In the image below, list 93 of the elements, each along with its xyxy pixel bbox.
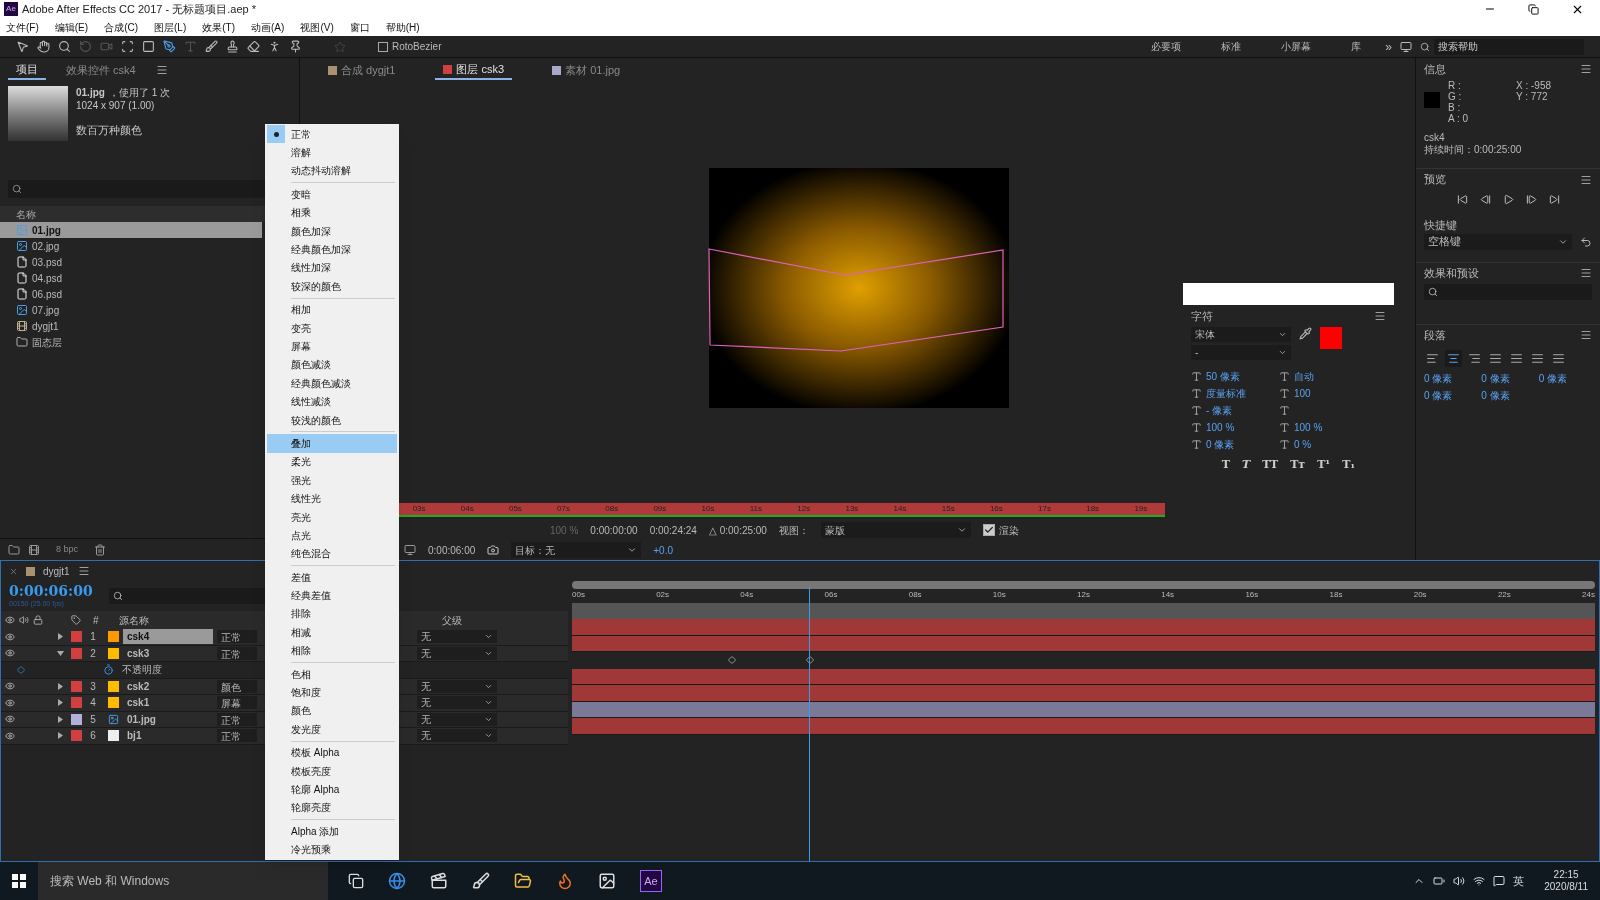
- layer-number: 2: [89, 646, 97, 661]
- ruler-label: 15s: [941, 503, 955, 515]
- layer-name: csk1: [126, 696, 151, 711]
- layer-name: csk4: [123, 629, 213, 645]
- layer-number: 5: [89, 712, 97, 727]
- ruler-label: 04s: [460, 503, 474, 515]
- column-header: #: [93, 613, 99, 628]
- leading-value: 自动: [1294, 370, 1314, 384]
- ruler-label: 22s: [1497, 589, 1511, 601]
- ruler-label: 16s: [989, 503, 1003, 515]
- timecode-text: 0:00:06:00: [428, 543, 476, 558]
- channel-value: R :: [1448, 80, 1462, 91]
- ruler-label: 00s: [572, 589, 585, 601]
- ruler-label: 19s: [1134, 503, 1148, 515]
- indent-value: 0 像素: [1424, 388, 1454, 403]
- ruler-label: 09s: [653, 503, 667, 515]
- layer-name: 01.jpg: [126, 712, 157, 727]
- ruler-label: 18s: [1086, 503, 1100, 515]
- panel-title: 段落: [1424, 327, 1446, 343]
- layer-number: 3: [89, 679, 97, 694]
- panel-title: 字符: [1191, 308, 1213, 324]
- panel-title: 效果和预设: [1424, 265, 1479, 281]
- ruler-label: 08s: [605, 503, 619, 515]
- y-coordinate: Y : 772: [1516, 91, 1549, 102]
- indent-value: 0 像素: [1538, 371, 1568, 386]
- ruler-label: 24s: [1582, 589, 1595, 601]
- duration-text: △ 0:00:25:00: [708, 523, 767, 538]
- ruler-label: 10s: [992, 589, 1006, 601]
- ruler-label: 05s: [508, 503, 522, 515]
- x-coordinate: X : -958: [1516, 80, 1552, 91]
- ruler-label: 13s: [845, 503, 859, 515]
- dimensions-text: 1024 x 907 (1.00): [76, 99, 156, 112]
- kerning-value: 度量标准: [1206, 387, 1246, 401]
- column-header: 父级: [441, 613, 462, 628]
- out-point-text: 0:00:24:24: [649, 523, 697, 538]
- ruler-label: 06s: [824, 589, 838, 601]
- zoom-text: 100 %: [550, 523, 579, 538]
- layer-number: 6: [89, 729, 97, 744]
- ruler-label: 18s: [1329, 589, 1343, 601]
- layer-name: csk2: [126, 679, 151, 694]
- indent-value: 0 像素: [1481, 388, 1511, 403]
- ruler-label: 14s: [1161, 589, 1175, 601]
- font-size-value: 50 像素: [1206, 370, 1240, 384]
- ruler-label: 12s: [797, 503, 811, 515]
- indent-value: 0 像素: [1424, 371, 1454, 386]
- panel-title: 预览: [1424, 172, 1446, 188]
- layer-name: csk3: [126, 646, 151, 661]
- ruler-label: 14s: [893, 503, 907, 515]
- ruler-label: 03s: [412, 503, 426, 515]
- window-title: Adobe After Effects CC 2017 - 无标题项目.aep *: [22, 1, 256, 17]
- color-depth-text: 数百万种颜色: [76, 124, 143, 137]
- layer-name: bj1: [126, 729, 143, 744]
- layer-number: 1: [89, 630, 97, 645]
- current-timecode: 0:00:06:00: [9, 582, 93, 599]
- ruler-label: 10s: [701, 503, 715, 515]
- ruler-label: 20s: [1413, 589, 1427, 601]
- column-header: 源名称: [118, 613, 149, 628]
- panel-title: 信息: [1424, 61, 1446, 77]
- usage-text: ，使用了 1 次: [108, 86, 171, 99]
- file-name: 01.jpg: [76, 86, 105, 99]
- channel-value: B :: [1448, 102, 1462, 113]
- ruler-label: 08s: [908, 589, 922, 601]
- channel-value: A : 0: [1448, 113, 1469, 124]
- view-label: 视图：: [778, 523, 809, 538]
- baseline-value: 0 像素: [1206, 438, 1235, 452]
- ruler-label: 12s: [1077, 589, 1090, 601]
- clock-time: 22:15: [1553, 869, 1579, 881]
- checkbox-label: 渲染: [998, 523, 1019, 538]
- ruler-label: 16s: [1245, 589, 1259, 601]
- vertical-scale-value: 100 %: [1206, 421, 1235, 435]
- tracking-value: 100: [1294, 387, 1311, 401]
- duration-text: 持续时间：0:00:25:00: [1424, 144, 1523, 156]
- input-method-text: 英: [1513, 873, 1525, 889]
- app-icon: Ae: [4, 2, 18, 16]
- column-header: 名称: [16, 207, 36, 222]
- in-point-text: 0:00:00:00: [590, 523, 638, 538]
- ruler-label: 17s: [1038, 503, 1051, 515]
- clock-date: 2020/8/11: [1544, 881, 1588, 893]
- ruler-label: 07s: [557, 503, 570, 515]
- bit-depth-text: 8 bpc: [55, 542, 80, 556]
- ruler-label: 02s: [656, 589, 670, 601]
- exposure-text: +0.0: [653, 543, 673, 558]
- channel-value: G :: [1448, 91, 1463, 102]
- ruler-label: 04s: [740, 589, 754, 601]
- indent-value: 0 像素: [1481, 371, 1511, 386]
- ruler-label: 11s: [749, 503, 763, 515]
- field-label: 快捷键: [1423, 218, 1458, 233]
- tsume-value: 0 %: [1294, 438, 1312, 452]
- stroke-width-value: - 像素: [1206, 404, 1233, 418]
- layer-number: 4: [89, 696, 97, 711]
- horizontal-scale-value: 100 %: [1294, 421, 1323, 435]
- layer-name: csk4: [1424, 132, 1446, 144]
- property-name: 不透明度: [122, 663, 162, 678]
